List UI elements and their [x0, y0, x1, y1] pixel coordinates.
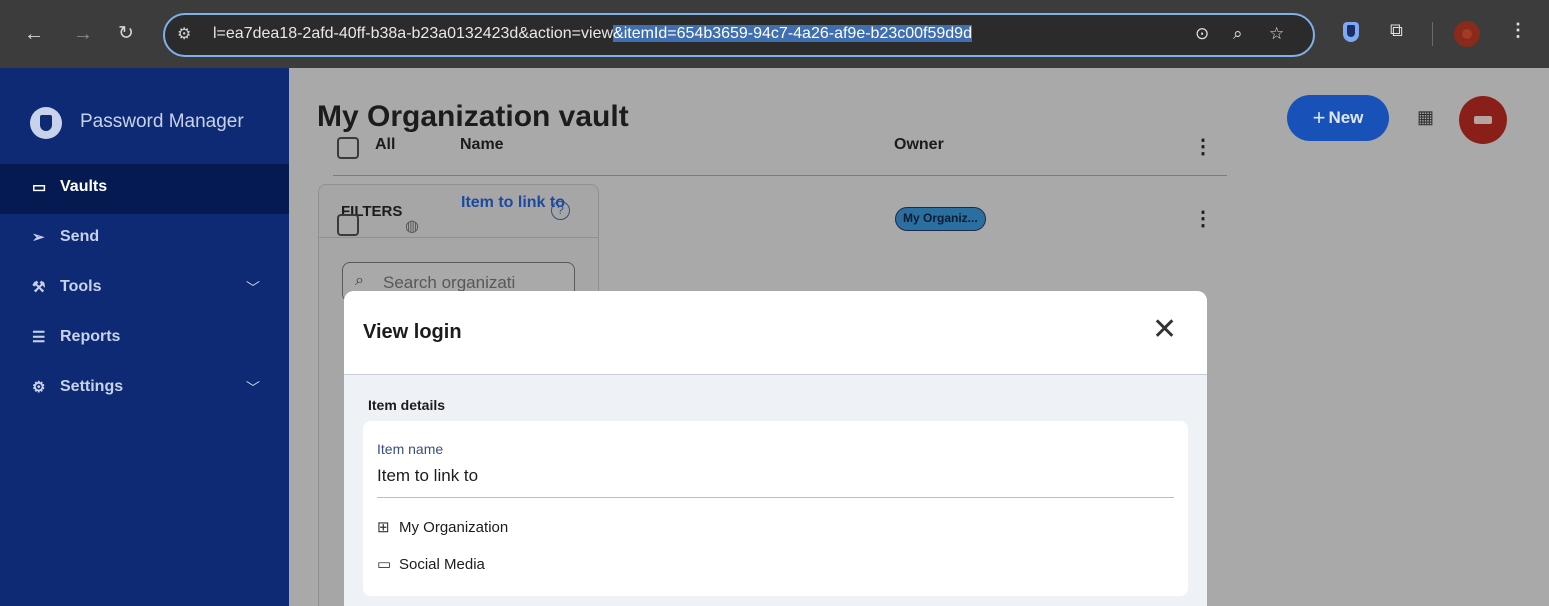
- row-checkbox[interactable]: [337, 214, 359, 236]
- brand[interactable]: Password Manager: [0, 68, 289, 164]
- sidebar-item-tools[interactable]: ⚒ Tools ﹀: [0, 264, 289, 314]
- zoom-icon[interactable]: ⌕: [1233, 24, 1243, 44]
- browser-menu-icon[interactable]: ⋮: [1509, 20, 1527, 41]
- gear-icon: ⚙: [32, 379, 46, 396]
- extensions-puzzle-icon[interactable]: ⧉: [1390, 20, 1403, 41]
- dialog-header: View login ✕: [344, 291, 1207, 375]
- search-icon: ⌕: [355, 272, 364, 289]
- collection-icon: ▭: [377, 556, 392, 573]
- new-button-label: New: [1328, 108, 1364, 127]
- app-switcher-grid-icon[interactable]: ▦: [1417, 108, 1434, 126]
- dialog-body: Item details Item name Item to link to ⊞…: [344, 375, 1207, 606]
- organization-icon: ⊞: [377, 519, 390, 536]
- bitwarden-extension-icon[interactable]: [1343, 22, 1359, 42]
- sidebar: Password Manager ▭ Vaults ➢ Send ⚒ Tools…: [0, 68, 289, 606]
- bookmark-star-icon[interactable]: ☆: [1269, 24, 1284, 44]
- owner-badge: My Organiz...: [895, 207, 986, 231]
- browser-toolbar: ← → ↻ ⚙ l=ea7dea18-2afd-40ff-b38a-b23a01…: [0, 0, 1549, 68]
- organization-name: My Organization: [399, 519, 509, 536]
- globe-icon: ◍: [405, 218, 419, 235]
- sidebar-item-settings[interactable]: ⚙ Settings ﹀: [0, 364, 289, 414]
- vault-icon: ▭: [32, 179, 47, 196]
- address-bar[interactable]: ⚙ l=ea7dea18-2afd-40ff-b38a-b23a0132423d…: [163, 13, 1315, 57]
- table-row[interactable]: ◍ Item to link to My Organiz... ⋮: [333, 186, 1227, 246]
- toolbar-divider: [1432, 22, 1433, 46]
- table-header-divider: [333, 175, 1227, 176]
- sidebar-item-label: Settings: [60, 378, 124, 395]
- sidebar-item-label: Reports: [60, 328, 121, 345]
- new-button[interactable]: + New: [1287, 95, 1389, 141]
- collection-name: Social Media: [399, 556, 485, 573]
- sidebar-item-reports[interactable]: ☰ Reports: [0, 314, 289, 364]
- section-title: Item details: [368, 397, 446, 413]
- dialog-title: View login: [363, 321, 462, 343]
- column-owner[interactable]: Owner: [894, 136, 944, 154]
- row-options-icon[interactable]: ⋮: [1193, 206, 1213, 231]
- site-settings-icon[interactable]: ⚙: [177, 24, 191, 44]
- item-name-link[interactable]: Item to link to: [461, 194, 565, 212]
- collection-row: ▭ Social Media: [377, 555, 485, 573]
- url-text[interactable]: l=ea7dea18-2afd-40ff-b38a-b23a0132423d&a…: [213, 25, 972, 43]
- lens-icon[interactable]: ⊙: [1195, 24, 1209, 44]
- column-all[interactable]: All: [375, 136, 395, 154]
- sidebar-item-label: Vaults: [60, 178, 108, 195]
- brand-name: Password Manager: [80, 111, 244, 132]
- column-name[interactable]: Name: [460, 136, 504, 154]
- item-details-card: Item name Item to link to ⊞ My Organizati…: [363, 421, 1188, 596]
- table-options-icon[interactable]: ⋮: [1193, 134, 1213, 159]
- field-underline: [377, 497, 1174, 498]
- send-icon: ➢: [32, 229, 45, 246]
- item-name-value[interactable]: Item to link to: [377, 466, 478, 486]
- forward-arrow-icon[interactable]: →: [73, 22, 93, 46]
- chevron-down-icon: ﹀: [246, 280, 260, 296]
- shield-logo-icon: [30, 107, 62, 139]
- select-all-checkbox[interactable]: [337, 137, 359, 159]
- back-arrow-icon[interactable]: ←: [24, 22, 44, 46]
- chevron-down-icon: ﹀: [246, 380, 260, 396]
- reload-icon[interactable]: ↻: [118, 22, 134, 46]
- table-header: All Name Owner ⋮: [333, 126, 1227, 176]
- reports-icon: ☰: [32, 329, 46, 346]
- close-icon[interactable]: ✕: [1152, 315, 1177, 345]
- search-input[interactable]: [383, 273, 573, 293]
- sidebar-item-vaults[interactable]: ▭ Vaults: [0, 164, 289, 214]
- sidebar-item-label: Tools: [60, 278, 102, 295]
- sidebar-item-send[interactable]: ➢ Send: [0, 214, 289, 264]
- sidebar-item-label: Send: [60, 228, 100, 245]
- view-login-dialog: View login ✕ Item details Item name Item…: [344, 291, 1207, 606]
- browser-profile-icon[interactable]: [1454, 21, 1480, 47]
- avatar[interactable]: [1459, 96, 1507, 144]
- plus-icon: +: [1312, 105, 1326, 130]
- tools-icon: ⚒: [32, 279, 46, 296]
- organization-row: ⊞ My Organization: [377, 518, 508, 536]
- item-name-label: Item name: [377, 441, 444, 457]
